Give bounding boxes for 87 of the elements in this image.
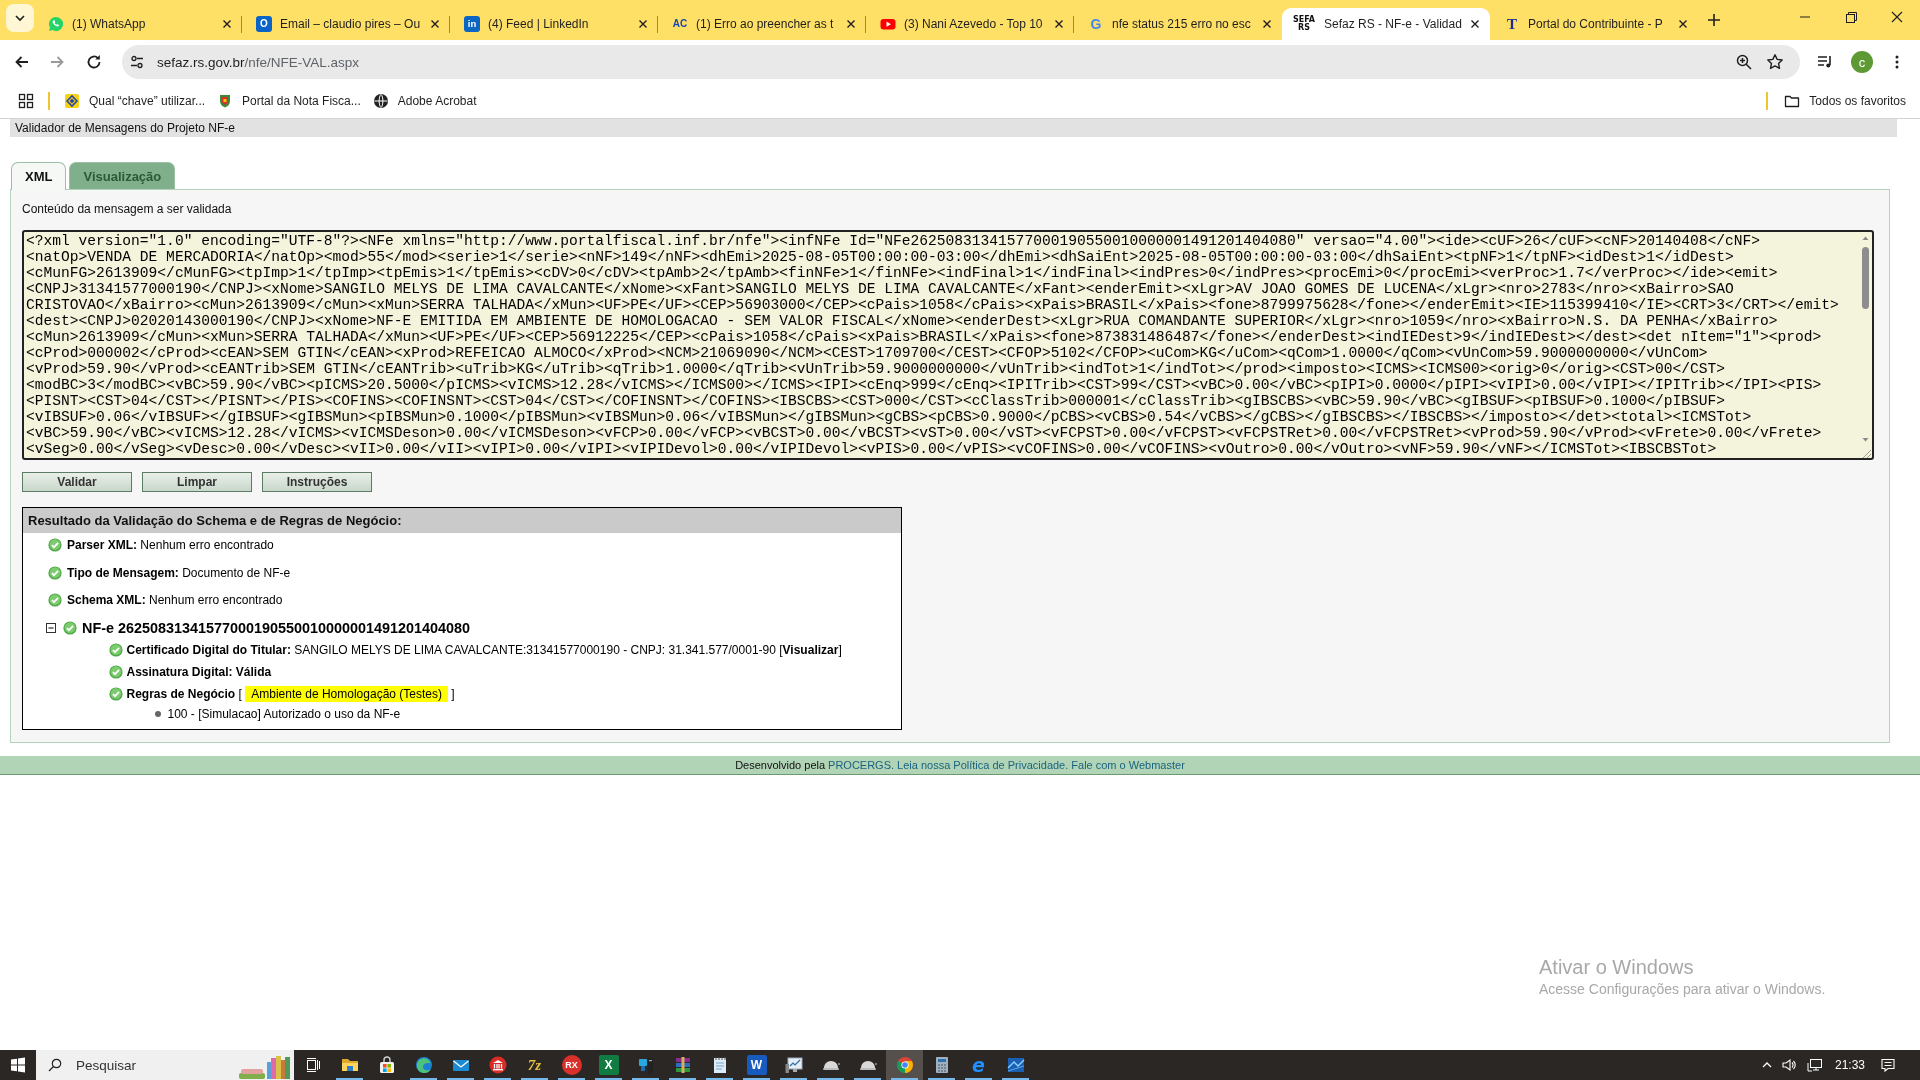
browser-tab[interactable]: in (4) Feed | LinkedIn — [450, 8, 658, 40]
app-logo: e — [971, 1055, 986, 1075]
browser-tab[interactable]: SEFA RS Sefaz RS - NF-e - Validad — [1282, 8, 1490, 40]
site-logo: O — [256, 16, 272, 32]
search-icon — [48, 1058, 62, 1072]
site-logo: AC — [672, 17, 688, 31]
taskbar-app[interactable]: W — [738, 1050, 775, 1080]
field-label: Conteúdo da mensagem a ser validada — [22, 202, 233, 216]
notification-icon[interactable] — [1880, 1057, 1896, 1073]
activation-title: Ativar o Windows — [1539, 955, 1695, 980]
check-circle-icon — [108, 686, 123, 701]
play-button-icon — [880, 16, 896, 32]
footer-link[interactable]: PROCERGS. — [828, 758, 895, 771]
bookmark[interactable]: Adobe Acrobat — [372, 87, 477, 115]
globe-icon — [372, 93, 389, 109]
windows-logo-icon — [10, 1057, 26, 1073]
bank-icon — [487, 1055, 508, 1075]
page-header: Validador de Mensagens do Projeto NF-e — [10, 119, 1897, 137]
result-text: Schema XML: Nenhum erro encontrado — [67, 593, 283, 607]
search-placeholder: Pesquisar — [76, 1057, 137, 1073]
clock-text[interactable]: 21:33 — [1834, 1058, 1865, 1072]
tune-icon[interactable] — [129, 54, 145, 70]
diamond-tile-icon — [64, 93, 80, 109]
check-circle-icon — [48, 565, 62, 580]
bookmark[interactable]: Portal da Nota Fisca... — [217, 87, 361, 115]
browser-tab[interactable]: (3) Nani Azevedo - Top 10 — [866, 8, 1074, 40]
app-logo: 7z — [526, 1055, 543, 1075]
apps-grid-icon[interactable] — [18, 93, 34, 109]
app-logo: RX — [561, 1055, 582, 1075]
network-icon[interactable] — [1806, 1057, 1823, 1073]
chat-bubble-icon — [48, 16, 64, 32]
folder-icon — [1784, 93, 1801, 109]
site-logo: in — [464, 16, 480, 32]
browser-tab[interactable]: AC (1) Erro ao preencher as t — [658, 8, 866, 40]
monitor-chart-icon — [783, 1055, 804, 1075]
result-header: Resultado da Validação do Schema e de Regras de Negócio: — [23, 508, 901, 533]
check-circle-icon — [108, 664, 123, 679]
site-logo: T — [1506, 16, 1518, 32]
result-text: Tipo de Mensagem: Documento de NF-e — [67, 565, 291, 580]
check-circle-icon — [48, 538, 62, 552]
tab[interactable]: XML — [11, 162, 67, 190]
chevron-down-icon — [14, 12, 26, 24]
app-logo: X — [598, 1055, 619, 1075]
result-text: 100 - [Simulacao] Autorizado o uso da NF-e — [167, 707, 401, 721]
form-button[interactable]: Instruções — [262, 472, 372, 492]
form-button[interactable]: Validar — [22, 472, 132, 492]
taskbar-app[interactable]: RX — [553, 1050, 590, 1080]
all-bookmarks-button[interactable]: Todos os favoritos — [1784, 87, 1906, 115]
taskbar-app[interactable]: e — [960, 1050, 997, 1080]
swirl-icon — [413, 1055, 434, 1075]
speaker-icon[interactable] — [1780, 1057, 1797, 1073]
tab-list-button[interactable] — [6, 4, 34, 32]
check-circle-icon — [48, 593, 62, 607]
chart-tile-icon — [1005, 1055, 1026, 1075]
segmented-circle-icon — [894, 1055, 915, 1075]
scrollbar-thumb[interactable] — [1861, 247, 1869, 309]
browser-tab[interactable]: O Email – claudio pires – Ou — [242, 8, 450, 40]
footer-text: Desenvolvido pela — [735, 758, 826, 771]
site-logo: G — [1089, 16, 1103, 32]
form-button[interactable]: Limpar — [142, 472, 252, 492]
taskbar-app[interactable]: 7z — [516, 1050, 553, 1080]
bookmark[interactable]: Qual “chave” utilizar... — [64, 87, 206, 115]
bullet-icon — [154, 711, 161, 717]
taskbar-app[interactable]: X — [590, 1050, 627, 1080]
check-circle-icon — [108, 642, 123, 657]
browser-tab[interactable]: T Portal do Contribuinte - P — [1490, 8, 1698, 40]
star-icon[interactable] — [1766, 53, 1784, 71]
xml-text-field[interactable]: <?xml version="1.0" encoding="UTF-8"?><NFe xmlns="http://www.portalfiscal.inf.br/nfe"><infNFe Id="NFe26250831341577000190550010000001491201404080" versao="4.00"><ide><cUF>26</cUF><cNF>20140408</cNF> <natOp>VENDA DE MERCADORIA</natOp><mod>55</mod><serie>1</serie><nNF>149</nNF><dhEmi>2025-08-05T00:00:00-03:00</dhEmi><dhSaiEnt>2025-08-05T00:00:00-03:00</dhSaiEnt><tpNF>1</tpNF><idDest>1</idDest> <cMunFG>2613909</cMunFG><tpImp>1</tpImp><tpEmis>1</tpEmis><cDV>0</cDV><tpAmb>2</tpAmb><finNFe>1</finNFe><indFinal>1</indFinal><indPres>0</indPres><procEmi>0</procEmi><verProc>1.7</verProc></ide><emit> <CNPJ>31341577000190</CNPJ><xNome>SANGILO MELYS DE LIMA CAVALCANTE</xNome><xFant>SANGILO MELYS DE LIMA CAVALCANTE</xFant><enderEmit><xLgr>AV JOAO GOMES DE LUCENA</xLgr><nro>2783</nro><xBairro>SAO CRISTOVAO</xBairro><cMun>2613909</cMun><xMun>SERRA TALHADA</xMun><UF>PE</UF><CEP>56903000</CEP><cPais>1058</cPais><xPais>BRASIL</xPais><fone>8799975628</fone></enderEmit><IE>115399410</IE><CRT>3</CRT></emit> <dest><CNPJ>02020143000190</CNPJ><xNome>NF-E EMITIDA EM AMBIENTE DE HOMOLOGACAO - SEM VALOR FISCAL</xNome><enderDest><xLgr>RUA COMANDANTE SUPERIOR</xLgr><nro>1059</nro><xBairro>N.S. DA PENHA</xBairro> <cMun>2613909</cMun><xMun>SERRA TALHADA</xMun><UF>PE</UF><CEP>56912225</CEP><cPais>1058</cPais><xPais>BRASIL</xPais><fone>873831486487</fone></enderDest><indIEDest>9</indIEDest></dest><det nItem="1"><prod> <cProd>000002</cProd><cEAN>SEM GTIN</cEAN><xProd>REFEICAO ALMOCO</xProd><NCM>21069090</NCM><CEST>1709700</CEST><CFOP>5102</CFOP><uCom>KG</uCom><qCom>1.0000</qCom><vUnCom>59.9000000000</vUnCom> <vProd>59.90</vProd><cEANTrib>SEM GTIN</cEANTrib><uTrib>KG</uTrib><qTrib>1.0000</qTrib><vUnTrib>59.9000000000</vUnTrib><indTot>1</indTot></prod><imposto><ICMS><ICMS00><orig>0</orig><CST>00</CST> <modBC>3</modBC><vBC>59.90</vBC><pICMS>20.5000</pICMS><vICMS>12.28</vICMS></ICMS00></ICMS><IPI><cEnq>999</cEnq><IPITrib><CST>99</CST><vBC>0.00</vBC><pIPI>0.0000</pIPI><vIPI>0.00</vIPI></IPITrib></IPI><PIS> <PISNT><CST>04</CST></PISNT></PIS><COFINS><COFINSNT><CST>04</CST></COFINSNT></COFINS><IBSCBS><CST>000</CST><cClassTrib>000001</cClassTrib><gIBSCBS><vBC>59.90</vBC><gIBSUF><pIBSUF>0.1000</pIBSUF> <vIBSUF>0.06</vIBSUF></gIBSUF><gIBSMun><pIBSMun>0.1000</pIBSMun><vIBSMun>0.06</vIBSMun></gIBSMun><gCBS><pCBS>0.9000</pCBS><vCBS>0.54</vCBS></gCBS></gIBSCBS></IBSCBS></imposto></det><total><ICMSTot> <vBC>59.90</vBC><vICMS>12.28</vICMS><vICMSDeson>0.00</vICMSDeson><vFCP>0.00</vFCP><vBCST>0.00</vBCST><vST>0.00</vST><vFCPST>0.00</vFCPST><vFCPSTRet>0.00</vFCPSTRet><vProd>59.90</vProd><vFrete>0.00</vFrete> <vSeg>0.00</vSeg><vDesc>0.00</vDesc><vII>0.00</vII><vIPI>0.00</vIPI><vIPIDevol>0.00</vIPIDevol><vPIS>0.00</vPIS><vCOFINS>0.00</vCOFINS><vOutro>0.00</vOutro><vNF>59.90</vNF></ICMSTot><IBSCBSTot> — [22, 230, 1874, 460]
activation-text: Acesse Configurações para ativar o Windows. — [1539, 980, 1826, 998]
result-text: Parser XML: Nenhum erro encontrado — [67, 538, 274, 552]
check-circle-icon — [63, 620, 77, 635]
search-field[interactable]: Pesquisar — [36, 1050, 294, 1080]
zoom-in-icon[interactable] — [1735, 53, 1753, 71]
app-logo: W — [746, 1055, 767, 1075]
result-text: NF-e 26250831341577000190550010000001491201404080 — [82, 619, 471, 636]
address-field[interactable]: sefaz.rs.gov.br/nfe/NFE-VAL.aspx — [122, 45, 1800, 79]
site-logo: SEFA RS — [1292, 15, 1316, 33]
footer-link[interactable]: Fale com o Webmaster — [1071, 758, 1185, 771]
collapse-icon[interactable] — [46, 622, 56, 633]
result-text: Assinatura Digital: Válida — [126, 664, 272, 679]
plus-icon[interactable] — [1706, 12, 1722, 28]
browser-tab[interactable]: (1) WhatsApp — [34, 8, 242, 40]
result-text: Regras de Negócio [ Ambiente de Homologação (Testes) ] — [126, 686, 455, 701]
browser-tab[interactable]: G nfe status 215 erro no esc — [1074, 8, 1282, 40]
footer-link[interactable]: Leia nossa Política de Privacidade. — [897, 758, 1069, 771]
result-text: Certificado Digital do Titular: SANGILO MELYS DE LIMA CAVALCANTE:31341577000190 - CNPJ: 31.341.577/0001-90 [Visualizar] — [126, 642, 842, 657]
task-view-icon — [304, 1057, 321, 1073]
